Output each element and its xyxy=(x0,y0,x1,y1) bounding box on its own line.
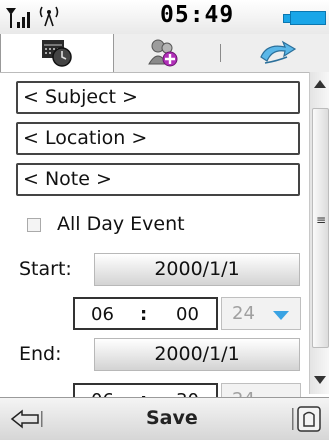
note-field[interactable]: < Note > xyxy=(16,163,300,196)
end-hour[interactable]: 06 xyxy=(91,390,114,397)
end-time-input[interactable]: 06 : 30 xyxy=(73,383,218,397)
scroll-down-icon[interactable] xyxy=(314,376,326,384)
subject-field[interactable]: < Subject > xyxy=(16,81,300,114)
dropdown-arrow-icon xyxy=(273,311,289,320)
add-contact-icon xyxy=(148,39,178,67)
sync-arrow-icon xyxy=(260,40,297,64)
start-time-input[interactable]: 06 : 00 xyxy=(73,297,218,330)
back-arrow-icon[interactable] xyxy=(10,409,44,429)
all-day-checkbox[interactable] xyxy=(27,218,41,232)
clock: 05:49 xyxy=(160,2,235,28)
all-day-label: All Day Event xyxy=(57,213,185,235)
tab-attendees[interactable] xyxy=(113,34,213,72)
end-format-dropdown[interactable]: 24 xyxy=(221,383,301,397)
format-value: 24 xyxy=(232,389,255,397)
battery-icon xyxy=(290,11,326,25)
grip-icon: ≡ xyxy=(316,213,327,227)
end-label: End: xyxy=(19,343,62,365)
scroll-thumb[interactable]: ≡ xyxy=(312,108,329,348)
calendar-clock-icon xyxy=(42,40,72,67)
end-date-button[interactable]: 2000/1/1 xyxy=(94,338,300,371)
time-separator: : xyxy=(140,304,148,325)
start-format-dropdown[interactable]: 24 xyxy=(221,297,301,330)
end-minute[interactable]: 30 xyxy=(176,390,199,397)
tab-bar xyxy=(0,34,329,73)
status-bar: 05:49 xyxy=(0,0,329,34)
signal-icon xyxy=(6,8,30,28)
start-date-button[interactable]: 2000/1/1 xyxy=(94,253,300,286)
start-label: Start: xyxy=(19,258,72,280)
home-key-icon[interactable] xyxy=(292,406,322,432)
time-separator: : xyxy=(140,390,147,397)
save-button[interactable]: Save xyxy=(146,407,198,429)
start-minute[interactable]: 00 xyxy=(176,304,199,325)
scroll-up-icon[interactable] xyxy=(314,80,326,88)
antenna-icon xyxy=(39,6,59,27)
tab-separator xyxy=(220,44,221,62)
tab-repeat[interactable] xyxy=(225,34,329,72)
scrollbar[interactable]: ≡ xyxy=(309,72,329,394)
start-hour[interactable]: 06 xyxy=(91,304,114,325)
location-field[interactable]: < Location > xyxy=(16,122,300,155)
end-time-row-clip: 06 : 30 24 xyxy=(0,380,309,397)
tab-event-details[interactable] xyxy=(0,34,114,72)
bottom-bar: Save xyxy=(0,397,329,440)
format-value: 24 xyxy=(232,303,255,324)
